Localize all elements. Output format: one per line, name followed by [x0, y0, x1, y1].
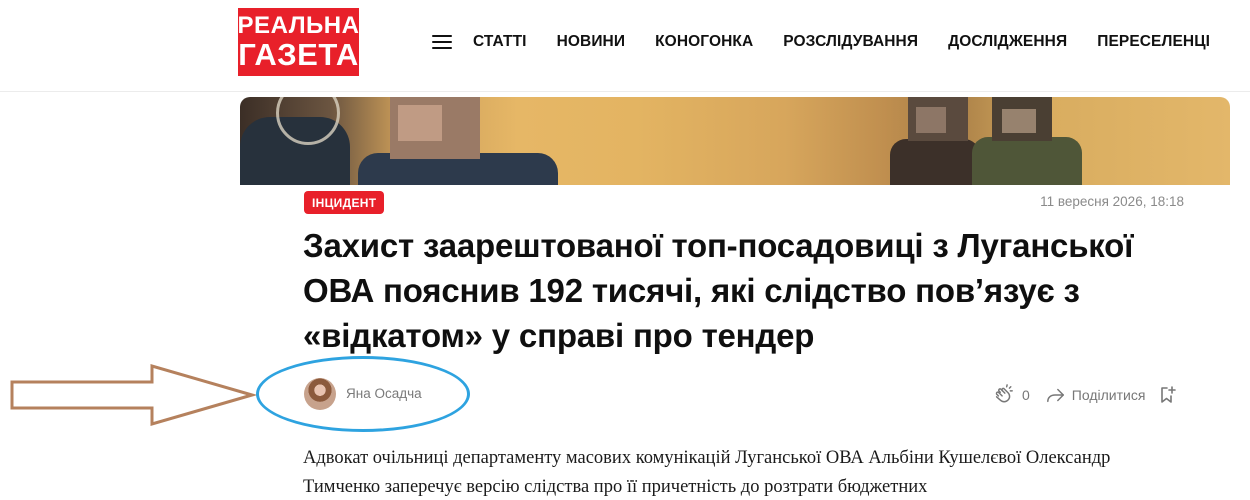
nav-item-displaced[interactable]: ПЕРЕСЕЛЕНЦІ: [1097, 33, 1210, 51]
bookmark-add-icon[interactable]: [1157, 385, 1177, 405]
publish-date: 11 вересня 2026, 18:18: [1040, 194, 1184, 209]
logo-line-1: РЕАЛЬНА: [237, 12, 360, 39]
hamburger-menu-icon[interactable]: [432, 35, 452, 49]
hero-blurred-face-detail: [916, 107, 946, 133]
article-title: Захист заарештованої топ-посадовиці з Лу…: [303, 227, 1134, 354]
nav-item-konogonka[interactable]: КОНОГОНКА: [655, 33, 753, 51]
site-logo[interactable]: РЕАЛЬНА ГАЗЕТА: [238, 8, 359, 76]
nav-item-research[interactable]: ДОСЛІДЖЕННЯ: [948, 33, 1067, 51]
nav-item-articles[interactable]: СТАТТІ: [473, 33, 527, 51]
share-arrow-icon: [1046, 388, 1064, 403]
nav-item-investigations[interactable]: РОЗСЛІДУВАННЯ: [783, 33, 918, 51]
nav-item-news[interactable]: НОВИНИ: [557, 33, 626, 51]
annotation-arrow: [10, 364, 258, 426]
share-label: Поділитися: [1071, 387, 1146, 403]
logo-line-2: ГАЗЕТА: [238, 37, 359, 72]
main-nav: СТАТТІ НОВИНИ КОНОГОНКА РОЗСЛІДУВАННЯ ДО…: [432, 30, 1210, 54]
article-hero-image: [240, 97, 1230, 185]
category-badge[interactable]: ІНЦИДЕНТ: [304, 191, 385, 214]
hero-blurred-face-detail: [398, 105, 442, 141]
hero-blurred-face-detail: [1002, 109, 1036, 133]
site-header: РЕАЛЬНА ГАЗЕТА СТАТТІ НОВИНИ КОНОГОНКА Р…: [0, 0, 1250, 92]
annotation-highlight-ellipse: [256, 356, 470, 432]
clap-count: 0: [1022, 387, 1030, 403]
article-lead-paragraph: Адвокат очільниці департаменту масових к…: [303, 448, 1111, 497]
share-button[interactable]: Поділитися: [1046, 387, 1146, 403]
hero-figure-body: [972, 137, 1082, 185]
article-actions: 0 Поділитися: [992, 383, 1177, 407]
hero-figure-body: [890, 139, 980, 185]
clap-icon[interactable]: [992, 384, 1014, 406]
